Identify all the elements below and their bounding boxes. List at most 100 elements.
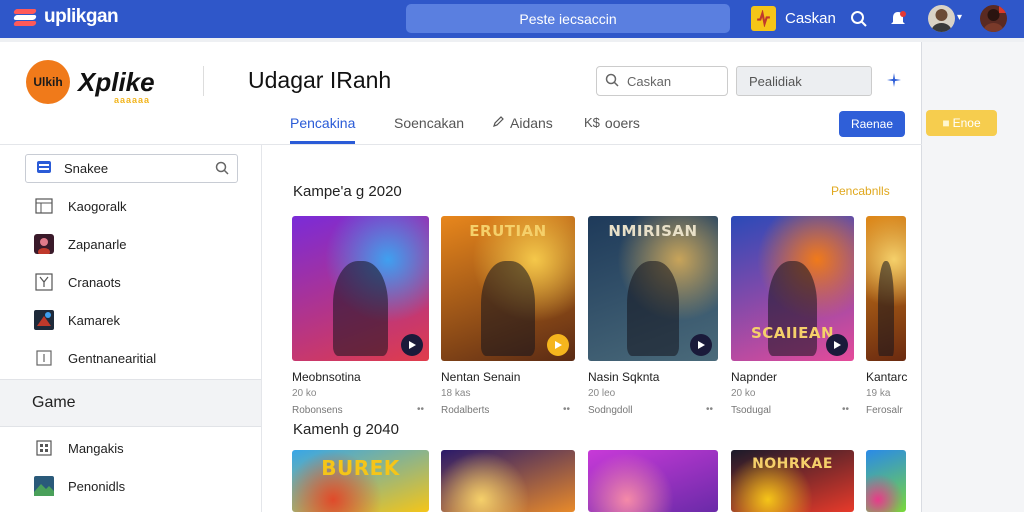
game-cover-image[interactable] xyxy=(441,450,575,512)
landscape-icon xyxy=(34,476,54,496)
tab-label: Aidans xyxy=(510,115,553,131)
sidebar: Snakee Kaogoralk Zapanarle Cranaots Kama… xyxy=(0,145,262,512)
app-logo[interactable]: Ulkih Xplike aaaaaa xyxy=(26,60,155,105)
game-cover-image[interactable]: ERUTIAN xyxy=(441,216,575,361)
filter-select[interactable]: Pealidiak xyxy=(736,66,872,96)
avatar[interactable] xyxy=(928,5,955,32)
game-thumb-icon xyxy=(34,310,54,330)
game-art-title: NMIRISAN xyxy=(608,222,698,240)
more-options-icon[interactable]: •• xyxy=(842,404,849,415)
game-art-title: NOHRKAE xyxy=(752,456,833,472)
top-bar: uplikgan Peste iecsaccin Caskan ▾ xyxy=(0,0,1024,38)
bracket-icon xyxy=(34,348,54,368)
game-meta: 20 ko xyxy=(292,388,317,399)
logo-badge: Ulkih xyxy=(26,60,70,104)
game-cover-image[interactable]: SCAIIEAN xyxy=(731,216,854,361)
game-cover-image[interactable]: BUREK xyxy=(292,450,429,512)
game-cover-image[interactable] xyxy=(866,450,906,512)
play-badge-icon[interactable] xyxy=(547,334,569,356)
search-icon[interactable] xyxy=(847,7,871,31)
page-title: Udagar IRanh xyxy=(248,67,392,93)
logo-wordmark: Xplike aaaaaa xyxy=(78,66,155,105)
game-title[interactable]: Meobnsotina xyxy=(292,370,361,384)
sidebar-item-label: Kaogoralk xyxy=(68,198,127,214)
game-cover-image[interactable] xyxy=(588,450,718,512)
top-user-label[interactable]: Caskan xyxy=(785,10,836,27)
section-title: Kampe'a g 2020 xyxy=(293,183,402,200)
search-icon xyxy=(605,73,619,90)
game-title[interactable]: Nentan Senain xyxy=(441,370,520,384)
logo-subtext: aaaaaa xyxy=(114,94,151,105)
tab-pencakina[interactable]: Pencakina xyxy=(290,104,356,144)
sidebar-item-cranaots[interactable]: Cranaots xyxy=(34,271,121,293)
avatar-icon xyxy=(34,234,54,254)
game-publisher: Rodalberts xyxy=(441,405,490,416)
game-cover-image[interactable] xyxy=(866,216,906,361)
play-badge-icon[interactable] xyxy=(401,334,423,356)
sidebar-search-label: Snakee xyxy=(64,161,109,176)
tab-soencakan[interactable]: Soencakan xyxy=(394,104,464,144)
tab-ooers[interactable]: K$ ooers xyxy=(584,104,640,144)
sidebar-item-label: Mangakis xyxy=(68,440,124,456)
sidebar-item-label: Gentnanearitial xyxy=(68,350,157,366)
tab-label: Pencakina xyxy=(290,115,356,131)
search-icon[interactable] xyxy=(215,161,229,178)
pen-icon xyxy=(492,115,505,131)
character-figure xyxy=(481,261,535,356)
sidebar-item-gentnanearitial[interactable]: Gentnanearitial xyxy=(34,347,156,369)
brand[interactable]: uplikgan xyxy=(13,6,119,28)
sidebar-section-game[interactable]: Game xyxy=(0,379,261,427)
tab-label: ooers xyxy=(604,115,640,131)
flag-icon[interactable] xyxy=(751,6,776,31)
character-figure xyxy=(333,261,388,356)
brand-name: uplikgan xyxy=(44,6,119,27)
search-input[interactable]: Caskan xyxy=(596,66,728,96)
section-link[interactable]: Pencabnlls xyxy=(831,184,890,198)
y-box-icon xyxy=(34,272,54,292)
game-meta: 20 ko xyxy=(731,388,756,399)
game-cover-image[interactable]: NMIRISAN xyxy=(588,216,718,361)
sidebar-item-mangakis[interactable]: Mangakis xyxy=(34,437,124,459)
more-options-icon[interactable]: •• xyxy=(706,404,713,415)
game-meta: 19 ka xyxy=(866,388,891,399)
sparkle-icon[interactable] xyxy=(886,72,902,88)
sidebar-item-kamarek[interactable]: Kamarek xyxy=(34,309,120,331)
game-title[interactable]: Nasin Sqknta xyxy=(588,370,659,384)
game-title[interactable]: Napnder xyxy=(731,370,777,384)
sidebar-item-label: Cranaots xyxy=(68,274,121,290)
chevron-down-icon[interactable]: ▾ xyxy=(957,12,962,23)
header-divider xyxy=(203,66,204,96)
character-figure xyxy=(878,261,894,356)
game-title[interactable]: Kantarc xyxy=(866,370,907,384)
sidebar-item-label: Kamarek xyxy=(68,312,121,328)
avatar-secondary[interactable] xyxy=(980,5,1007,32)
strip-button[interactable]: ■ Enoe xyxy=(926,110,997,136)
game-publisher: Robonsens xyxy=(292,405,343,416)
top-search-bar[interactable]: Peste iecsaccin xyxy=(406,4,730,33)
notification-bell-icon[interactable] xyxy=(886,7,910,31)
game-meta: 20 leo xyxy=(588,388,616,399)
game-art-title: BUREK xyxy=(321,456,400,480)
sidebar-item-penonidls[interactable]: Penonidls xyxy=(34,475,125,497)
more-options-icon[interactable]: •• xyxy=(417,404,424,415)
logo-text: Xplike xyxy=(78,66,155,97)
primary-button[interactable]: Raenae xyxy=(839,111,905,137)
sidebar-item-label: Penonidls xyxy=(68,478,126,494)
game-cover-image[interactable] xyxy=(292,216,429,361)
game-publisher: Tsodugal xyxy=(731,405,772,416)
play-badge-icon[interactable] xyxy=(690,334,712,356)
sidebar-item-kaogoralk[interactable]: Kaogoralk xyxy=(34,195,127,217)
building-icon xyxy=(34,438,54,458)
tab-aidans[interactable]: Aidans xyxy=(492,104,553,144)
section-title: Kamenh g 2040 xyxy=(293,421,399,438)
sidebar-item-label: Zapanarle xyxy=(68,236,127,252)
star-icon: ■ xyxy=(942,116,950,130)
strip-button-label: Enoe xyxy=(952,116,981,130)
more-options-icon[interactable]: •• xyxy=(563,404,570,415)
play-badge-icon[interactable] xyxy=(826,334,848,356)
game-cover-image[interactable]: NOHRKAE xyxy=(731,450,854,512)
calendar-icon xyxy=(34,196,54,216)
game-meta: 18 kas xyxy=(441,388,471,399)
sidebar-item-zapanarle[interactable]: Zapanarle xyxy=(34,233,127,255)
sidebar-search[interactable]: Snakee xyxy=(25,154,238,183)
